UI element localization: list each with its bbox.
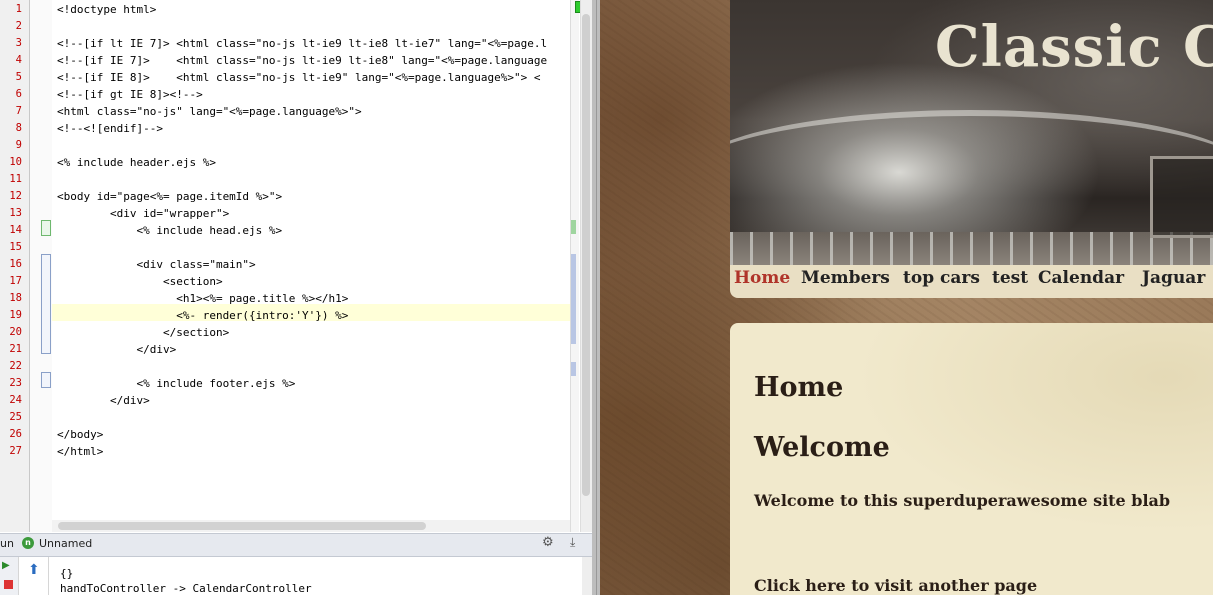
code-line[interactable]: </html> [57,443,103,460]
splitter-line [596,0,597,595]
code-line[interactable]: </div> [57,392,150,409]
line-number: 7 [15,105,22,117]
code-line[interactable]: </section> [57,324,229,341]
line-number: 9 [15,139,22,151]
line-number: 14 [9,224,22,236]
change-marker[interactable] [41,372,51,388]
nav-item-home[interactable]: Home [734,268,790,288]
line-number: 8 [15,122,22,134]
car-silhouette [730,110,1213,236]
code-line[interactable]: <%- render({intro:'Y'}) %> [57,307,348,324]
code-line[interactable]: <h1><%= page.title %></h1> [57,290,348,307]
line-number: 3 [15,37,22,49]
intro-text: Welcome to this superduperawesome site b… [754,491,1171,510]
code-line[interactable]: <% include footer.ejs %> [57,375,295,392]
stop-icon[interactable] [4,580,13,589]
nav-item-jaguar[interactable]: Jaguar [1142,268,1205,288]
line-number: 1 [15,3,22,15]
editor-horizontal-scroll-thumb[interactable] [58,522,426,530]
page-heading: Home [754,372,844,403]
line-number: 23 [9,377,22,389]
line-number: 6 [15,88,22,100]
code-line[interactable]: <div class="main"> [57,256,255,273]
line-number: 26 [9,428,22,440]
line-number: 12 [9,190,22,202]
nav-item-test[interactable]: test [992,268,1028,288]
run-configuration-name[interactable]: Unnamed [39,537,92,550]
rerun-icon[interactable]: ▶ [2,560,10,571]
stripe-mark[interactable] [571,254,576,344]
visit-another-page-link[interactable]: Click here to visit another page [754,576,1037,595]
console-line: handToController -> CalendarController [60,582,312,595]
nav-item-top-cars[interactable]: top cars [903,268,980,288]
line-number: 18 [9,292,22,304]
line-number: 19 [9,309,22,321]
stripe-mark[interactable] [571,362,576,376]
line-number: 16 [9,258,22,270]
code-editor-pane: 1 <!doctype html> 2 3 <!--[if lt IE 7]> <htm… [0,0,600,595]
editor-vertical-scroll-thumb[interactable] [582,14,590,496]
site-title: Classic Ca [935,14,1213,80]
code-line[interactable]: <body id="page<%= page.itemId %>"> [57,188,282,205]
console-line: {} [60,567,74,580]
car-badge [1150,156,1213,238]
nav-item-calendar[interactable]: Calendar [1038,268,1124,288]
code-line[interactable]: <!doctype html> [57,1,156,18]
arrow-up-icon[interactable]: ⬆ [28,562,40,578]
change-marker[interactable] [41,220,51,236]
code-line[interactable]: <div id="wrapper"> [57,205,229,222]
code-line[interactable]: </div> [57,341,176,358]
stripe-mark[interactable] [571,220,576,234]
line-number: 22 [9,360,22,372]
line-number: 10 [9,156,22,168]
line-number: 13 [9,207,22,219]
line-number: 11 [9,173,22,185]
code-line[interactable]: <!--[if lt IE 7]> <html class="no-js lt-… [57,35,547,52]
line-number: 17 [9,275,22,287]
line-number: 21 [9,343,22,355]
code-line[interactable]: <!--<![endif]--> [57,120,163,137]
code-line[interactable]: <!--[if gt IE 8]><!--> [57,86,203,103]
line-number: 20 [9,326,22,338]
code-line[interactable]: <html class="no-js" lang="<%=page.langua… [57,103,362,120]
code-line[interactable]: <!--[if IE 7]> <html class="no-js lt-ie9… [57,52,547,69]
car-grille [730,232,1213,265]
nav-item-members[interactable]: Members [801,268,890,288]
welcome-heading: Welcome [754,432,890,463]
line-number: 15 [9,241,22,253]
change-marker[interactable] [41,254,51,354]
hide-panel-icon[interactable]: ⤓ [570,535,575,550]
code-line[interactable]: <section> [57,273,223,290]
code-line[interactable]: <% include header.ejs %> [57,154,216,171]
line-number: 2 [15,20,22,32]
code-line[interactable]: </body> [57,426,103,443]
run-tab-label[interactable]: un [0,537,14,550]
line-number: 24 [9,394,22,406]
gear-icon[interactable]: ⚙ [542,535,554,550]
code-line[interactable]: <!--[if IE 8]> <html class="no-js lt-ie9… [57,69,540,86]
nodejs-icon: n [22,537,34,549]
line-number: 4 [15,54,22,66]
line-number: 25 [9,411,22,423]
code-line[interactable]: <% include head.ejs %> [57,222,282,239]
line-number: 27 [9,445,22,457]
line-number: 5 [15,71,22,83]
console-scrollbar[interactable] [582,557,592,595]
